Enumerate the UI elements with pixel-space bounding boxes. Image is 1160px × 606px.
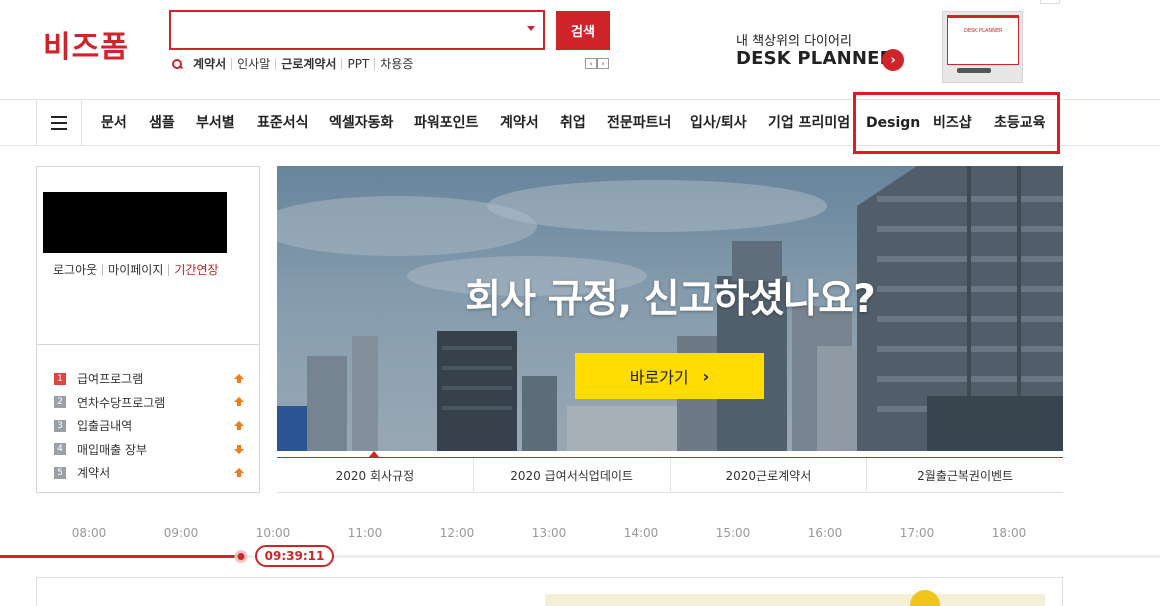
planner-caption: DESK PLANNER <box>964 28 1003 34</box>
keyword-link[interactable]: 차용증 <box>375 58 418 70</box>
pen-icon <box>957 68 991 73</box>
current-time-badge: 09:39:11 <box>255 545 334 567</box>
trend-up-icon <box>234 373 244 384</box>
ranking-item[interactable]: 2 연차수당프로그램 <box>54 391 244 415</box>
nav-item-elementary[interactable]: 초등교육 <box>994 100 1046 146</box>
promo-title[interactable]: DESK PLANNER <box>736 48 894 69</box>
banner-tab[interactable]: 2월출근복권이벤트 <box>867 458 1063 492</box>
timeline-hour-label: 12:00 <box>439 526 475 540</box>
rank-number: 1 <box>54 372 66 385</box>
ranking-item[interactable]: 3 입출금내역 <box>54 414 244 438</box>
timeline-progress <box>0 555 242 558</box>
promo-subtitle[interactable]: 내 책상위의 다이어리 <box>736 30 852 49</box>
rank-number: 4 <box>54 443 66 456</box>
keyword-prev-button[interactable]: ‹ <box>585 58 597 69</box>
nav-item-samples[interactable]: 샘플 <box>149 100 175 146</box>
rank-label: 급여프로그램 <box>77 372 144 387</box>
nav-item-contracts[interactable]: 계약서 <box>500 100 539 146</box>
rank-label: 입출금내역 <box>77 419 133 434</box>
desk-planner-image[interactable]: DESK PLANNER <box>942 11 1023 83</box>
logout-link[interactable]: 로그아웃 <box>53 264 104 276</box>
mypage-link[interactable]: 마이페이지 <box>103 264 170 276</box>
ranking-item[interactable]: 5 계약서 <box>54 461 244 485</box>
keyword-next-button[interactable]: › <box>597 58 609 69</box>
keyword-link[interactable]: 근로계약서 <box>276 58 343 70</box>
nav-item-powerpoint[interactable]: 파워포인트 <box>414 100 478 146</box>
rank-number: 2 <box>54 396 66 409</box>
nav-item-partners[interactable]: 전문파트너 <box>607 100 671 146</box>
top-right-tab[interactable] <box>1040 0 1060 4</box>
nav-item-jobs[interactable]: 취업 <box>560 100 586 146</box>
banner-go-label: 바로가기 <box>629 368 689 387</box>
timeline-hour-label: 14:00 <box>623 526 659 540</box>
planner-paper: DESK PLANNER <box>947 15 1019 65</box>
rank-label: 매입매출 장부 <box>77 442 148 457</box>
timeline-hour-label: 15:00 <box>715 526 751 540</box>
extend-period-link[interactable]: 기간연장 <box>169 264 223 276</box>
user-links: 로그아웃 마이페이지 기간연장 <box>53 264 224 276</box>
trend-down-icon <box>234 444 244 455</box>
nav-item-bizshop[interactable]: 비즈샵 <box>933 100 972 146</box>
timeline-current-dot <box>234 550 248 563</box>
search-input[interactable] <box>171 12 511 48</box>
timeline-hour-label: 09:00 <box>163 526 199 540</box>
timeline-hour-label: 13:00 <box>531 526 567 540</box>
rank-number: 5 <box>54 466 66 479</box>
main-nav: 문서 샘플 부서별 표준서식 엑셀자동화 파워포인트 계약서 취업 전문파트너 … <box>0 99 1160 146</box>
user-panel: 로그아웃 마이페이지 기간연장 1 급여프로그램 2 연차수당프로그램 3 입출… <box>36 166 260 493</box>
banner-tab[interactable]: 2020근로계약서 <box>671 458 868 492</box>
nav-item-hire-resign[interactable]: 입사/퇴사 <box>690 100 747 146</box>
keyword-link[interactable]: 계약서 <box>188 58 233 70</box>
search-icon <box>170 57 184 71</box>
timeline-hour-labels: 08:00 09:00 10:00 11:00 12:00 13:00 14:0… <box>0 526 1160 542</box>
timeline-hour-label: 10:00 <box>255 526 291 540</box>
search-box[interactable] <box>169 10 545 50</box>
popular-ranking-list: 1 급여프로그램 2 연차수당프로그램 3 입출금내역 4 매입매출 장부 5 … <box>54 367 244 485</box>
nav-item-excel-automation[interactable]: 엑셀자동화 <box>329 100 393 146</box>
panel-divider <box>37 344 259 345</box>
rank-number: 3 <box>54 419 66 432</box>
ranking-item[interactable]: 4 매입매출 장부 <box>54 438 244 462</box>
timeline-hour-label: 16:00 <box>807 526 843 540</box>
popular-keywords: 계약서 인사말 근로계약서 PPT 차용증 <box>170 57 418 71</box>
nav-item-standard-forms[interactable]: 표준서식 <box>257 100 309 146</box>
nav-item-design[interactable]: Design <box>866 100 920 146</box>
keyword-pager: ‹ › <box>585 58 609 69</box>
search-button[interactable]: 검색 <box>556 11 610 50</box>
bottom-banner[interactable] <box>545 594 1045 606</box>
timeline-hour-label: 17:00 <box>899 526 935 540</box>
search-dropdown-icon[interactable] <box>527 26 535 31</box>
chevron-right-icon: › <box>702 366 710 386</box>
main-banner[interactable]: 회사 규정, 신고하셨나요? 바로가기 › <box>277 166 1063 451</box>
nav-item-premium[interactable]: 기업 프리미엄 <box>768 100 850 146</box>
rank-label: 연차수당프로그램 <box>77 395 166 410</box>
trend-up-icon <box>234 467 244 478</box>
keyword-link[interactable]: 인사말 <box>232 58 277 70</box>
banner-tabs: 2020 회사규정 2020 급여서식업데이트 2020근로계약서 2월출근복권… <box>277 457 1063 493</box>
timeline-hour-label: 11:00 <box>347 526 383 540</box>
banner-tab[interactable]: 2020 회사규정 <box>277 458 474 492</box>
ranking-item[interactable]: 1 급여프로그램 <box>54 367 244 391</box>
user-info-redacted <box>43 192 227 253</box>
timeline-hour-label: 18:00 <box>991 526 1027 540</box>
trend-up-icon <box>234 420 244 431</box>
chevron-right-circle-icon[interactable]: › <box>882 49 904 71</box>
rank-label: 계약서 <box>77 466 111 481</box>
site-logo[interactable]: 비즈폼 <box>43 22 129 66</box>
banner-title: 회사 규정, 신고하셨나요? <box>465 277 875 322</box>
nav-item-documents[interactable]: 문서 <box>101 100 127 146</box>
banner-tab[interactable]: 2020 급여서식업데이트 <box>474 458 671 492</box>
timeline-hour-label: 08:00 <box>71 526 107 540</box>
nav-item-departments[interactable]: 부서별 <box>196 100 235 146</box>
trend-up-icon <box>234 397 244 407</box>
banner-go-button[interactable]: 바로가기 › <box>575 353 764 399</box>
hamburger-icon[interactable] <box>36 100 82 146</box>
keyword-link[interactable]: PPT <box>342 58 376 70</box>
